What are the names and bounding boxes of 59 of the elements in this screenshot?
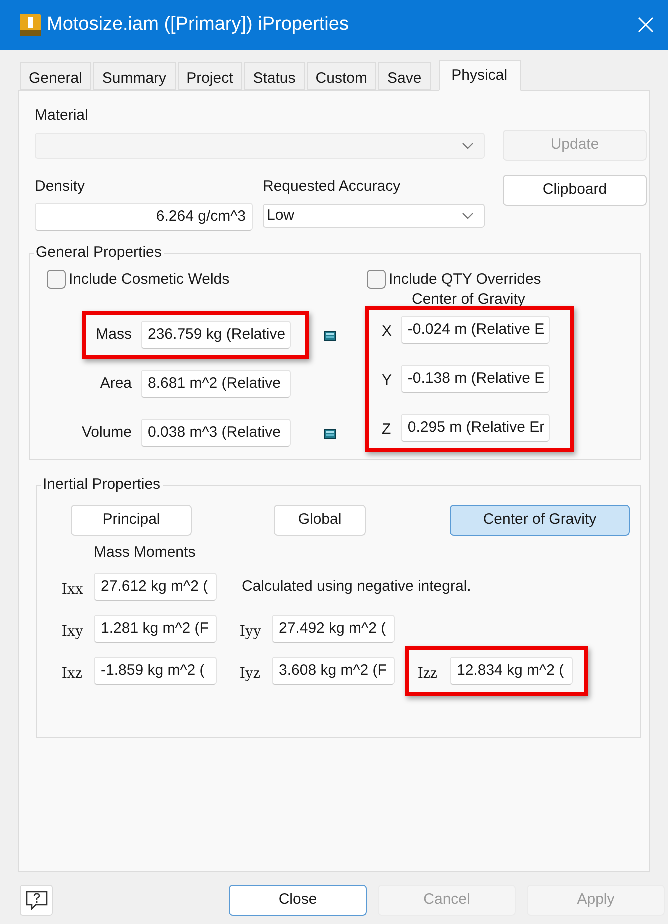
tab[interactable]: General <box>20 62 92 90</box>
value-field[interactable]: -0.138 m (Relative E <box>400 365 550 393</box>
group-title: General Properties <box>35 243 163 263</box>
action-button[interactable]: Clipboard <box>503 175 647 206</box>
accuracy-dropdown[interactable]: Low <box>263 204 485 228</box>
field-label: Material <box>35 106 90 125</box>
window-title: Motosize.iam ([Primary]) iProperties <box>47 12 349 37</box>
help-icon <box>26 890 48 910</box>
calculator-icon[interactable] <box>324 428 336 438</box>
app-icon <box>20 14 41 36</box>
value-field[interactable]: 0.295 m (Relative Er <box>400 414 550 442</box>
tab[interactable]: Custom <box>306 62 376 90</box>
moment-label: Izz <box>418 664 439 684</box>
value-field[interactable]: 8.681 m^2 (Relative <box>141 370 291 398</box>
value-field[interactable]: 236.759 kg (Relative <box>141 321 291 349</box>
axis-label: X <box>382 322 394 342</box>
tab[interactable]: Save <box>378 62 431 90</box>
help-button[interactable] <box>20 885 53 916</box>
property-label: Volume <box>82 422 132 443</box>
chevron-down-icon <box>462 212 474 220</box>
moment-label: Ixy <box>62 622 84 642</box>
view-button[interactable]: Principal <box>71 504 192 536</box>
axis-label: Y <box>382 370 394 391</box>
field-label: Requested Accuracy <box>263 177 402 196</box>
value-field[interactable]: 0.038 m^3 (Relative <box>141 419 291 447</box>
tab[interactable]: Project <box>178 62 242 90</box>
property-label: Mass <box>96 324 132 345</box>
checkbox-label: Include Cosmetic Welds <box>69 270 230 290</box>
value-field[interactable]: 6.264 g/cm^3 <box>35 203 253 231</box>
view-button[interactable]: Center of Gravity <box>450 504 630 536</box>
group-title: Inertial Properties <box>42 475 162 495</box>
checkbox[interactable] <box>47 270 66 290</box>
moment-label: Ixz <box>62 664 84 684</box>
value-field[interactable]: -0.024 m (Relative E <box>400 316 550 344</box>
calculator-icon[interactable] <box>324 330 336 340</box>
value-field[interactable]: 12.834 kg m^2 ( <box>450 657 573 685</box>
value-field[interactable]: -1.859 kg m^2 ( <box>94 657 217 685</box>
value-field[interactable]: 3.608 kg m^2 (F <box>272 657 395 685</box>
tab[interactable]: Status <box>244 62 305 90</box>
moment-label: Ixx <box>62 580 84 600</box>
axis-label: Z <box>382 420 392 440</box>
checkbox[interactable] <box>367 270 386 290</box>
dialog-button[interactable]: Close <box>229 885 367 916</box>
section-label: Mass Moments <box>94 542 197 562</box>
close-icon[interactable] <box>638 17 654 33</box>
tab[interactable]: Summary <box>93 62 176 90</box>
chevron-down-icon <box>462 142 474 150</box>
property-label: Area <box>100 374 132 394</box>
value-field[interactable]: 27.492 kg m^2 ( <box>272 615 395 643</box>
moment-label: Iyy <box>240 622 262 642</box>
checkbox-label: Include QTY Overrides <box>389 270 542 290</box>
view-button[interactable]: Global <box>274 504 366 536</box>
section-label: Center of Gravity <box>412 291 526 306</box>
moment-label: Iyz <box>240 664 262 684</box>
field-label: Density <box>35 177 86 196</box>
note-text: Calculated using negative integral. <box>242 576 472 597</box>
value-field[interactable]: 27.612 kg m^2 ( <box>94 573 217 601</box>
value-field[interactable]: 1.281 kg m^2 (F <box>94 615 217 643</box>
tab[interactable]: Physical <box>438 60 521 91</box>
